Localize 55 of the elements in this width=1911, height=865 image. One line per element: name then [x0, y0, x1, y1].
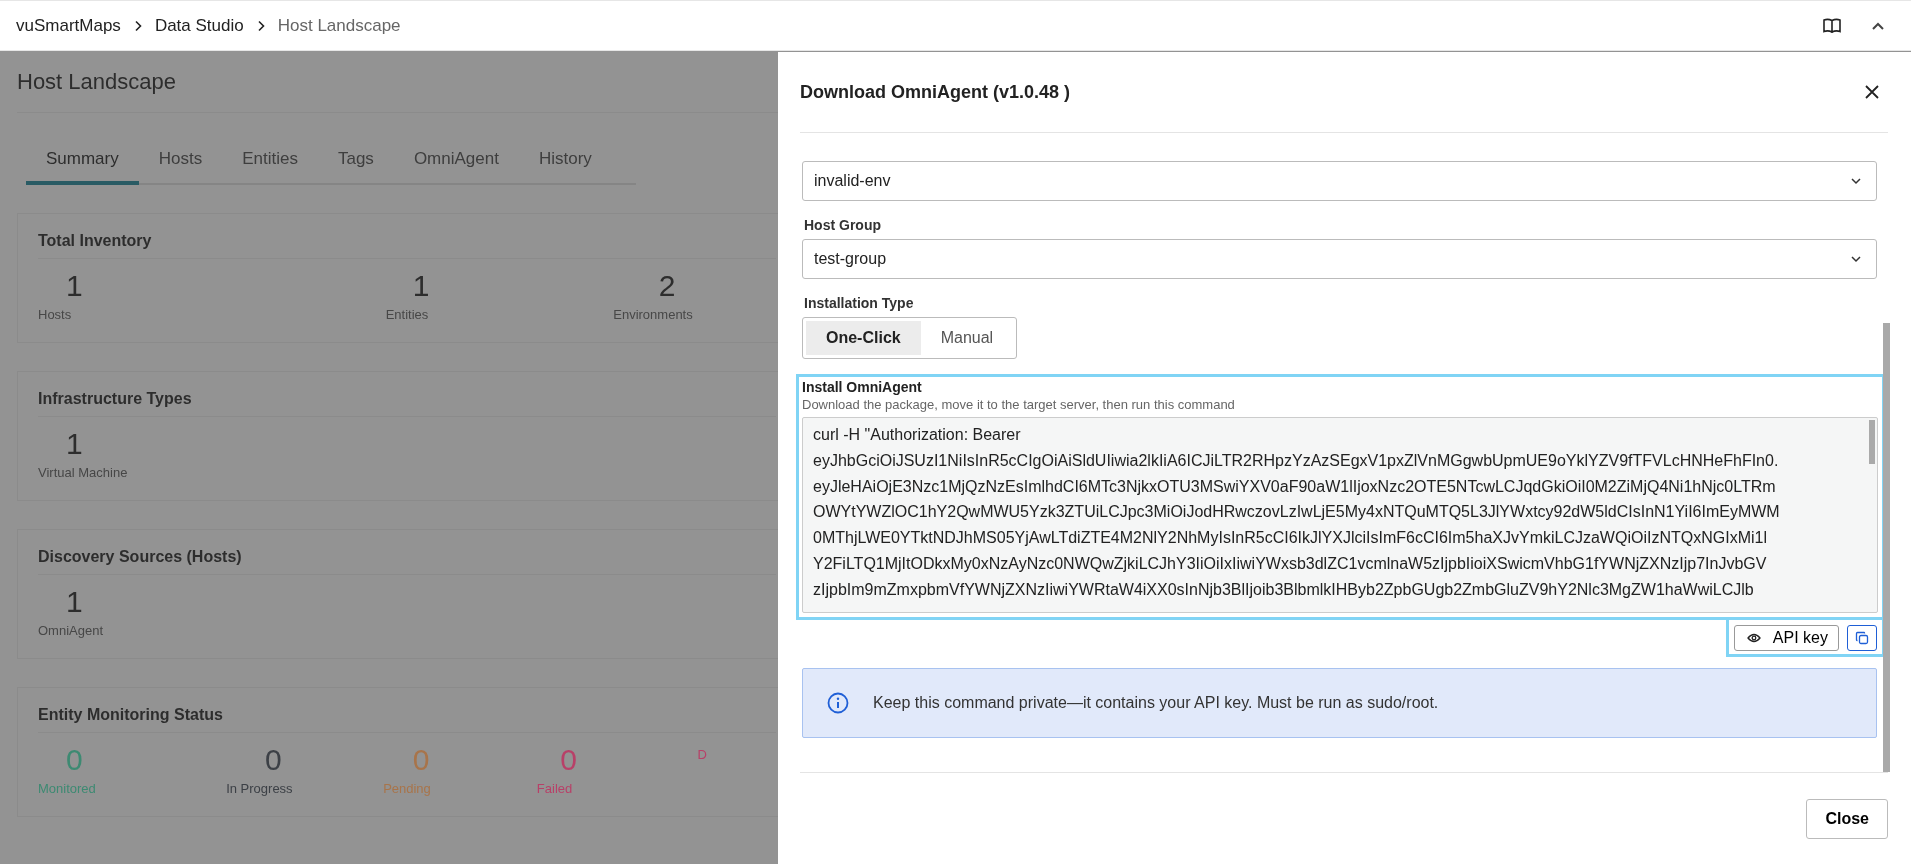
stat-value: 2	[658, 269, 676, 303]
segment-option[interactable]: One-Click	[806, 321, 921, 355]
stat-label: Hosts	[38, 307, 72, 322]
host-group-select[interactable]: test-group	[802, 239, 1877, 279]
info-icon	[827, 692, 849, 714]
copy-icon	[1855, 631, 1869, 645]
card-title: Infrastructure Types	[38, 390, 776, 417]
info-text: Keep this command private—it contains your API key. Must be run as sudo/root.	[873, 694, 1439, 712]
stat-value: 1	[66, 427, 83, 461]
stat-value: 0	[560, 743, 577, 777]
segment-option[interactable]: Manual	[920, 321, 1014, 355]
stat-label: Environments	[613, 307, 693, 322]
stat-label: Pending	[383, 781, 431, 796]
card-title: Discovery Sources (Hosts)	[38, 548, 776, 575]
field-label: Installation Type	[804, 295, 915, 311]
field-label: Host Group	[804, 217, 882, 233]
stat-label: Virtual Machine	[38, 465, 128, 480]
scrollbar-thumb[interactable]	[1869, 420, 1875, 464]
api-key-button[interactable]: API key	[1733, 625, 1839, 651]
book-icon[interactable]	[1823, 17, 1841, 34]
stat-label: Monitored	[38, 781, 96, 796]
environment-select[interactable]: invalid-env	[802, 161, 1877, 201]
scrollbar-thumb[interactable]	[1883, 323, 1890, 772]
chevron-down-icon	[1850, 177, 1862, 185]
tab[interactable]: Hosts	[138, 143, 223, 185]
stat-value: 1	[66, 585, 83, 619]
stat-label: OmniAgent	[38, 623, 104, 638]
close-icon[interactable]	[1864, 84, 1880, 100]
section-title: Install OmniAgent	[802, 379, 923, 395]
stat-value: 1	[66, 269, 83, 303]
close-button[interactable]: Close	[1806, 799, 1888, 839]
stat-value: 0	[66, 743, 83, 777]
eye-icon	[1746, 633, 1761, 643]
stat-label: D	[697, 747, 707, 762]
tab[interactable]: Tags	[317, 143, 394, 185]
stat-label: Failed	[536, 781, 573, 796]
card-title: Total Inventory	[38, 232, 776, 259]
stat-value: 0	[265, 743, 282, 777]
stat-value: 1	[412, 269, 430, 303]
tab[interactable]: Summary	[26, 143, 139, 185]
stat-label: In Progress	[226, 781, 293, 796]
tab[interactable]: OmniAgent	[393, 143, 519, 185]
card-title: Entity Monitoring Status	[38, 706, 776, 733]
chevron-up-icon[interactable]	[1871, 20, 1885, 31]
section-description: Download the package, move it to the target server, then run this command	[802, 397, 1236, 412]
command-field[interactable]: curl -H "Authorization: Bearer eyJhbGciOiJSUzI1NiIsInR5cCIgOiAiSldUIiwia2lkIiA6ICJiLTR2RHpzYzAzSEgxV1pxZlVnMGgwbUpmUE9oYklYZV9fTFVLcHNHeFhFIn0. eyJleHAiOjE3Nzc1MjQzNzEsImlhdCI6MTc3NjkxOTU3MSwiYXV0aF90aW1lIjoxNzc2OTE5NTcwLCJqdGkiOiI0M2ZiMjQ4Ni1hNjc0LTRm OWYtYWZlOC1hY2QwMWU5Yzk3ZTUiLCJpc3MiOiJodHRwczovLzIwLjE5My4xNTQuMTQ5L3JlYWxtcy92dW5ldCIsInN1YiI6ImEyMWM 0MThjLWE0YTktNDJhMS05YjAwLTdiZTE4M2NlY2NhMyIsInR5cCI6IkJlYXJlciIsImF6cCI6Im5haXJvYmkiLCJzaWQiOiIzNTQxNGIxMi1l Y2FiLTQ1MjItODkxMy0xNzAyNzc0NWQwZjkiLCJhY3IiOiIxIiwiYWxsb3dlZC1vcmlnaW5zIjpbIioiXSwicmVhbG1fYWNjZXNzIjp7InJvbGV zIjpbIm9mZmxpbmVfYWNjZXNzIiwiYWRtaW4iXX0sInNjb3BlIjoib3BlbmlkIHByb2ZpbGUgb2ZmbGluZV9hY2Nlc3MgZW1haWwiLCJlb	[802, 417, 1878, 613]
breadcrumb-link[interactable]: vuSmartMaps	[16, 15, 121, 36]
breadcrumb-link[interactable]: Data Studio	[154, 15, 244, 36]
breadcrumb-link[interactable]: Host Landscape	[277, 15, 401, 36]
chevron-down-icon	[1850, 255, 1862, 263]
stat-label: Entities	[385, 307, 429, 322]
copy-button[interactable]	[1847, 625, 1877, 651]
drawer-title: Download OmniAgent (v1.0.48 )	[800, 81, 1071, 103]
tab[interactable]: History	[518, 143, 612, 185]
stat-value: 0	[412, 743, 430, 777]
